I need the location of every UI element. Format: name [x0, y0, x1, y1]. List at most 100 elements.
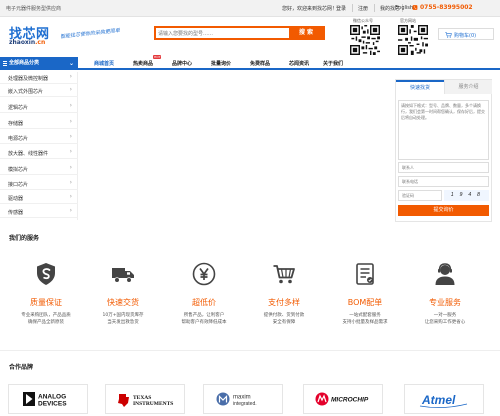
- service-desc: 一站式配套服务: [349, 313, 381, 318]
- contact-name-field[interactable]: [398, 162, 489, 173]
- nav-free-samples[interactable]: 免费样品: [250, 60, 270, 67]
- service-quality[interactable]: 质量保证 专业采购团队，产品品质 确保产品全新原装: [6, 262, 89, 332]
- menu-icon: [3, 61, 7, 66]
- cart-icon: [445, 32, 452, 38]
- brand-atmel[interactable]: Atmel: [404, 384, 484, 414]
- cart-button[interactable]: 购物车(0): [438, 28, 494, 40]
- search-input[interactable]: [158, 29, 288, 38]
- tab-quick-search[interactable]: 快速找货: [396, 80, 444, 94]
- chevron-right-icon: ›: [69, 86, 72, 93]
- sidebar-item-memory[interactable]: 存储器 ›: [0, 117, 78, 129]
- service-desc: 当天发出救急货: [107, 320, 139, 325]
- sidebar-item-power[interactable]: 电源芯片 ›: [0, 132, 78, 144]
- hot-badge: HOT: [153, 55, 162, 59]
- all-categories-button[interactable]: 全部商品分类 ⌄: [0, 57, 78, 70]
- english-link[interactable]: English: [395, 5, 413, 11]
- brand-microchip[interactable]: MICROCHIP: [303, 384, 383, 414]
- nav-bulk-inquiry[interactable]: 批量询价: [211, 60, 231, 67]
- logo-en-suffix: .cn: [35, 39, 46, 46]
- captcha-image[interactable]: 1 9 4 8: [444, 190, 489, 201]
- qr-code-site-icon: [398, 25, 428, 55]
- top-bar: 电子元器件服务型供应商 您好，欢迎来到找芯网！ 登录 注册 我的找芯 Engli…: [0, 0, 500, 17]
- nav-hot-products[interactable]: 热卖商品: [133, 60, 153, 67]
- chevron-right-icon: ›: [69, 73, 72, 80]
- divider: [374, 4, 375, 12]
- svg-text:DEVICES: DEVICES: [38, 401, 67, 408]
- sidebar-item-label: 接口芯片: [8, 182, 29, 188]
- brand-texas-instruments[interactable]: TEXAS INSTRUMENTS: [105, 384, 185, 414]
- bom-document-icon: [356, 263, 374, 285]
- sidebar-item-label: 存储器: [8, 121, 24, 127]
- sidebar-item-label: 逻辑芯片: [8, 105, 29, 111]
- site-slogan: 电子元器件服务型供应商: [6, 6, 62, 12]
- qr-site-label: 官方网站: [400, 18, 416, 23]
- logo-en-prefix: zhaoxin: [9, 39, 36, 46]
- service-title: BOM配单: [347, 298, 383, 307]
- chevron-right-icon: ›: [69, 207, 72, 214]
- svg-text:INSTRUMENTS: INSTRUMENTS: [133, 401, 173, 407]
- service-desc: 支持小批量及样品需求: [342, 320, 388, 325]
- brand-analog-devices[interactable]: ANALOG DEVICES: [8, 384, 88, 414]
- sidebar-item-label: 传感器: [8, 210, 24, 216]
- main-nav: 全部商品分类 ⌄ 商城首页 热卖商品 HOT 品牌中心 批量询价 免费样品 芯闻…: [0, 55, 500, 70]
- cart-icon: [273, 265, 295, 284]
- phone-icon: [412, 5, 418, 10]
- service-title: 专业服务: [429, 298, 461, 307]
- svg-text:maxim: maxim: [233, 395, 251, 401]
- chevron-right-icon: ›: [69, 193, 72, 200]
- service-desc: 帮助客户有效降低成本: [181, 320, 227, 325]
- register-link[interactable]: 注册: [358, 5, 368, 12]
- service-title: 快速交货: [107, 298, 139, 307]
- atmel-logo: Atmel: [419, 393, 468, 408]
- service-payment[interactable]: 支付多样 提供付款、货到付款 安全有保障: [244, 262, 327, 332]
- sidebar-item-amplifiers[interactable]: 放大器、线性器件 ›: [0, 147, 78, 159]
- nav-news[interactable]: 芯闻资讯: [289, 60, 309, 67]
- submit-inquiry-button[interactable]: 提交询价: [398, 205, 489, 216]
- shield-icon: [37, 263, 55, 285]
- yen-coin-icon: [192, 262, 216, 286]
- sidebar-item-analog[interactable]: 模拟芯片 ›: [0, 163, 78, 175]
- qr-wechat-label: 微信公众号: [353, 18, 373, 23]
- sidebar-item-label: 放大器、线性器件: [8, 151, 49, 157]
- chevron-right-icon: ›: [69, 118, 72, 125]
- tab-service-intro[interactable]: 服务介绍: [444, 80, 492, 94]
- texas-instruments-logo: TEXAS INSTRUMENTS: [118, 394, 173, 407]
- sidebar-item-logic[interactable]: 逻辑芯片 ›: [0, 101, 78, 113]
- service-title: 超低价: [192, 298, 216, 307]
- contact-phone-field[interactable]: [398, 176, 489, 187]
- chevron-right-icon: ›: [69, 179, 72, 186]
- service-fast-delivery[interactable]: 快速交货 10万+国内现货库存 当天发出救急货: [83, 262, 166, 332]
- nav-brand-center[interactable]: 品牌中心: [172, 60, 192, 67]
- all-categories-label: 全部商品分类: [9, 60, 40, 66]
- service-bom[interactable]: BOM配单 一站式配套服务 支持小批量及样品需求: [325, 262, 408, 332]
- qr-code-wechat-icon: [350, 25, 380, 55]
- service-desc: 安全有保障: [272, 320, 296, 325]
- section-divider: [0, 350, 500, 351]
- logo-en[interactable]: zhaoxin.cn: [9, 39, 45, 46]
- truck-icon: [112, 268, 134, 283]
- captcha-input[interactable]: [398, 190, 442, 201]
- search-box: 搜 索: [154, 26, 325, 40]
- sidebar-item-embedded[interactable]: 嵌入式外围芯片 ›: [0, 85, 78, 97]
- sidebar-item-drivers[interactable]: 驱动器 ›: [0, 192, 78, 204]
- nav-home[interactable]: 商城首页: [94, 60, 114, 67]
- sidebar-item-interface[interactable]: 接口芯片 ›: [0, 178, 78, 190]
- service-low-price[interactable]: 超低价 所售产品，让利客户 帮助客户有效降低成本: [164, 262, 247, 332]
- service-desc: 一对一服务: [433, 313, 457, 318]
- nav-about-us[interactable]: 关于我们: [323, 60, 343, 67]
- service-person-icon: [435, 263, 455, 285]
- sidebar-item-label: 嵌入式外围芯片: [8, 89, 44, 95]
- sidebar-item-label: 处理器及微控制器: [8, 76, 49, 82]
- inquiry-textarea[interactable]: [398, 100, 489, 160]
- logo-tagline: 智能找芯使你的采购更简单: [59, 27, 121, 41]
- sidebar-item-sensors[interactable]: 传感器 ›: [0, 206, 78, 218]
- hotline-phone: 0755-83995002: [420, 4, 473, 11]
- header: 找芯网 zhaoxin.cn 智能找芯使你的采购更简单 搜 索 微信公众号 官方…: [0, 17, 500, 57]
- analog-devices-logo: ANALOG DEVICES: [23, 392, 67, 408]
- chevron-right-icon: ›: [69, 102, 72, 109]
- login-link[interactable]: 登录: [336, 5, 346, 12]
- service-professional[interactable]: 专业服务 一对一服务 让您采购工作更省心: [405, 262, 488, 332]
- search-button[interactable]: 搜 索: [289, 28, 323, 38]
- sidebar-item-processors[interactable]: 处理器及微控制器 ›: [0, 72, 78, 84]
- brand-maxim-integrated[interactable]: maxim integrated.: [203, 384, 283, 414]
